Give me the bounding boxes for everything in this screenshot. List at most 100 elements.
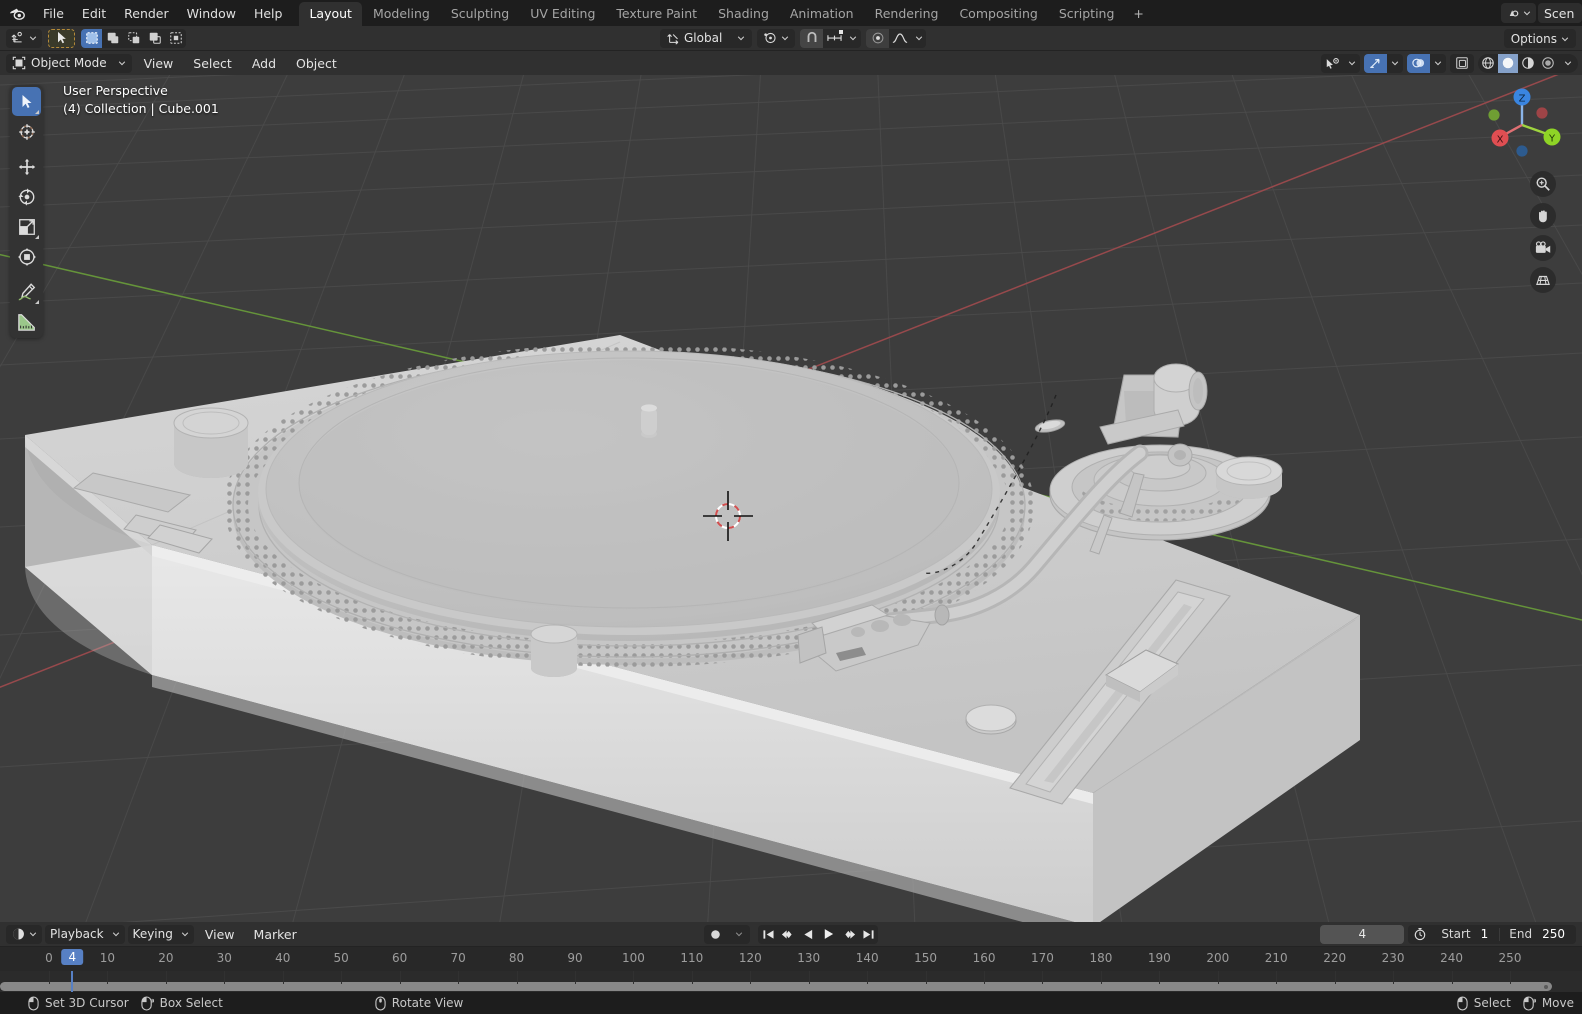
viewport-menu-select[interactable]: Select: [185, 54, 240, 73]
options-button[interactable]: Options: [1503, 29, 1576, 48]
play-reverse-button[interactable]: [798, 925, 818, 944]
camera-view-button[interactable]: [1530, 235, 1556, 261]
timeline-gridline: [867, 971, 869, 984]
playback-menu[interactable]: Playback: [45, 924, 125, 944]
scene-name-field[interactable]: Scen: [1538, 3, 1582, 23]
interaction-mode-dropdown[interactable]: Object Mode: [6, 53, 132, 73]
orientation-dropdown[interactable]: Global: [660, 28, 753, 48]
shading-solid-button[interactable]: [1498, 53, 1518, 73]
snap-toggle-button[interactable]: [800, 28, 824, 48]
select-extend-button[interactable]: [102, 29, 123, 48]
annotate-tool-button[interactable]: [12, 277, 41, 306]
navigation-gizmo[interactable]: Z Y X: [1480, 83, 1564, 167]
menu-render[interactable]: Render: [115, 0, 178, 26]
cursor-tool-button[interactable]: [12, 117, 41, 146]
transform-all-icon: [17, 247, 36, 266]
toggle-xray-button[interactable]: [1450, 53, 1474, 73]
toggle-ortho-perspective-button[interactable]: [1530, 267, 1556, 293]
tab-sculpting[interactable]: Sculpting: [441, 2, 519, 26]
tab-add-workspace[interactable]: +: [1125, 2, 1151, 26]
3d-viewport[interactable]: User Perspective (4) Collection | Cube.0…: [0, 75, 1582, 922]
gizmo-chevron[interactable]: [1387, 54, 1403, 73]
tab-rendering[interactable]: Rendering: [865, 2, 949, 26]
viewport-canvas[interactable]: [0, 75, 1582, 922]
status-label-select: Select: [1473, 996, 1511, 1010]
jump-to-start-button[interactable]: [758, 925, 778, 944]
menu-help[interactable]: Help: [245, 0, 292, 26]
viewport-menu-add[interactable]: Add: [244, 54, 284, 73]
timeline-horizontal-scrollbar[interactable]: [0, 982, 1580, 991]
menu-file[interactable]: File: [34, 0, 73, 26]
play-button[interactable]: [818, 925, 838, 944]
timeline-tick-label: 220: [1323, 951, 1347, 965]
auto-keying-button[interactable]: [704, 925, 727, 944]
proportional-edit-toggle[interactable]: [866, 28, 890, 48]
timeline-ruler[interactable]: 0 10 20 30 40 50 60 70 80 90 100 110 120 130 140 150 160…: [0, 947, 1582, 971]
overlays-chevron[interactable]: [1430, 54, 1446, 73]
start-value[interactable]: 1: [1478, 927, 1500, 941]
pan-hand-button[interactable]: [1530, 203, 1556, 229]
shading-rendered-button[interactable]: [1538, 54, 1558, 73]
show-overlays-button[interactable]: [1407, 53, 1430, 73]
jump-to-next-keyframe-button[interactable]: [838, 925, 858, 944]
tab-shading[interactable]: Shading: [708, 2, 779, 26]
shading-material-button[interactable]: [1518, 54, 1538, 73]
menu-edit[interactable]: Edit: [73, 0, 115, 26]
zoom-icon-button[interactable]: [1530, 171, 1556, 197]
rotate-arrows-icon: [17, 187, 34, 206]
current-frame-field[interactable]: 4: [1320, 924, 1405, 944]
transform-tool-button[interactable]: [12, 242, 41, 271]
rotate-tool-button[interactable]: [12, 182, 41, 211]
end-value[interactable]: 250: [1539, 927, 1576, 941]
tab-modeling[interactable]: Modeling: [363, 2, 440, 26]
snap-options-chevron[interactable]: [845, 29, 861, 48]
scale-tool-button[interactable]: [12, 212, 41, 241]
active-tool-indicator[interactable]: [48, 28, 75, 48]
select-difference-button[interactable]: [144, 29, 165, 48]
timeline-menu-marker[interactable]: Marker: [246, 925, 305, 944]
current-frame-indicator[interactable]: 4: [61, 949, 84, 965]
measure-tool-button[interactable]: [12, 307, 41, 336]
tab-texture-paint[interactable]: Texture Paint: [606, 2, 707, 26]
falloff-chevron[interactable]: [911, 29, 926, 48]
timeline-tick-label: 240: [1440, 951, 1463, 965]
transform-pivot-dropdown[interactable]: [6, 28, 42, 48]
tab-layout[interactable]: Layout: [299, 2, 362, 26]
scene-selector[interactable]: [1501, 3, 1536, 23]
keying-menu[interactable]: Keying: [127, 924, 194, 944]
playhead[interactable]: [71, 971, 74, 992]
use-preview-range-button[interactable]: [1408, 927, 1432, 941]
auto-keying-chevron[interactable]: [727, 925, 750, 944]
shading-options-chevron[interactable]: [1558, 54, 1578, 73]
tab-scripting[interactable]: Scripting: [1049, 2, 1125, 26]
chevron-down-icon: [735, 932, 742, 937]
tab-animation[interactable]: Animation: [780, 2, 864, 26]
visibility-selectability-button[interactable]: [1321, 54, 1344, 73]
timeline-tick-label: 60: [391, 951, 408, 965]
snap-to-dropdown[interactable]: [823, 29, 845, 48]
shading-wireframe-button[interactable]: [1478, 54, 1498, 73]
jump-to-end-button[interactable]: [858, 925, 878, 944]
select-set-button[interactable]: [81, 28, 102, 48]
select-subtract-button[interactable]: [123, 29, 144, 48]
timeline-track-area[interactable]: [0, 971, 1582, 992]
show-gizmo-button[interactable]: [1364, 53, 1387, 73]
shading-material-icon: [1522, 57, 1534, 69]
scrollbar-thumb[interactable]: [0, 982, 1552, 991]
blender-logo-icon[interactable]: [0, 0, 34, 26]
timeline-menu-view[interactable]: View: [197, 925, 243, 944]
editor-type-dropdown[interactable]: [6, 924, 42, 944]
pivot-point-dropdown[interactable]: [757, 28, 796, 48]
tab-uv-editing[interactable]: UV Editing: [520, 2, 605, 26]
menu-window[interactable]: Window: [178, 0, 245, 26]
jump-to-prev-keyframe-button[interactable]: [778, 925, 798, 944]
visibility-chevron[interactable]: [1344, 54, 1360, 73]
move-tool-button[interactable]: [12, 152, 41, 181]
tab-compositing[interactable]: Compositing: [949, 2, 1047, 26]
viewport-menu-view[interactable]: View: [136, 54, 182, 73]
play-icon: [824, 929, 833, 939]
proportional-falloff-dropdown[interactable]: [889, 29, 911, 48]
select-intersect-button[interactable]: [165, 29, 186, 48]
viewport-menu-object[interactable]: Object: [288, 54, 345, 73]
tweak-tool-button[interactable]: [12, 87, 41, 116]
